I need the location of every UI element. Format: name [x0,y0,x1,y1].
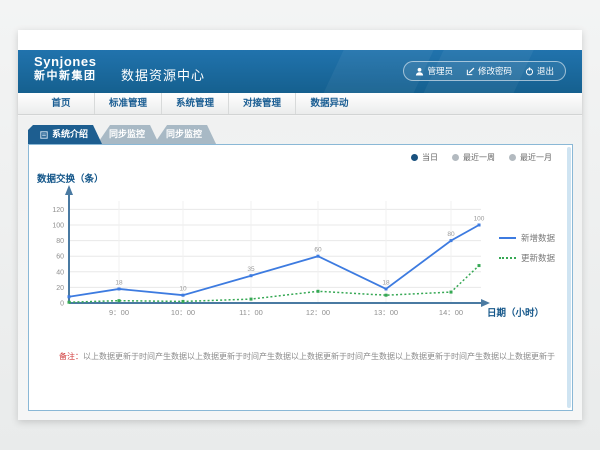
chart-text: 80 [447,231,455,238]
data-point [68,295,71,298]
radio-icon [411,154,418,161]
data-point [250,298,253,301]
legend-line-sample [499,257,516,259]
data-point [317,290,320,293]
panel-scrollbar[interactable] [567,147,571,408]
line-chart: 0 20 40 60 80 100 120 9：00 10：00 11：00 12：00 13：00 1… [29,145,574,335]
data-point [317,255,320,258]
tab-label: 同步监控 [166,125,202,144]
range-filter: 当日 最近一周 最近一月 [411,152,552,163]
chart-text: 60 [56,254,64,261]
chart-text: 100 [474,216,485,223]
chart-text: 数据交换（条） [36,173,104,185]
chart-text: 9：00 [109,308,129,317]
radio-icon [452,154,459,161]
series-line [69,266,479,303]
chart-text: 35 [247,266,255,273]
chart-text: 60 [314,247,322,254]
nav-item-2[interactable]: 标准管理 [95,93,162,114]
nav-item-5[interactable]: 数据异动 [296,93,363,114]
nav-item-3[interactable]: 系统管理 [162,93,229,114]
chart-text: 12：00 [306,308,330,317]
chart-text: 10：00 [171,308,195,317]
legend-line-sample [499,237,516,239]
chart-text: 18 [115,279,123,286]
data-point [182,294,185,297]
brand-logo: Synjones 新中新集团 [34,55,97,83]
footnote-label: 备注： [59,352,83,361]
series-line [69,225,479,297]
app-window: Synjones 新中新集团 数据资源中心 管理员 修改密码 退出 首页标准 [18,30,582,420]
data-point [385,294,388,297]
logout-button[interactable]: 退出 [525,65,554,77]
brand-name-cn: 新中新集团 [34,70,97,83]
legend-label: 更新数据 [521,252,555,264]
footnote-text: 以上数据更新于时间产生数据以上数据更新于时间产生数据以上数据更新于时间产生数据以… [83,352,555,361]
radio-icon [509,154,516,161]
page-title: 数据资源中心 [121,65,205,84]
data-point [68,301,71,304]
current-user-button[interactable]: 管理员 [415,65,453,77]
tab-3[interactable]: 同步监控 [154,125,216,144]
chart-text: 13：00 [374,308,398,317]
nav-item-4[interactable]: 对接管理 [229,93,296,114]
data-point [250,274,253,277]
tab-label: 同步监控 [109,125,145,144]
data-point [450,239,453,242]
brand-name: Synjones [34,55,97,70]
change-password-button[interactable]: 修改密码 [466,65,512,77]
logout-label: 退出 [537,65,554,77]
legend-item-1: 新增数据 [499,232,555,244]
tab-1[interactable]: 系统介绍 [28,125,102,144]
chart-text: 10 [179,286,187,293]
user-icon [415,67,424,76]
chart-text: 11：00 [239,308,263,317]
chart-text: 40 [56,269,64,276]
chart-text: 日期（小时） [487,307,544,319]
radio-label: 最近一周 [463,152,495,163]
range-option-3[interactable]: 最近一月 [509,152,552,163]
data-point [118,299,121,302]
chart-text: 100 [52,223,64,230]
current-user-label: 管理员 [427,65,453,77]
tab-bar: 系统介绍 同步监控 同步监控 [28,125,216,144]
edit-icon [466,67,475,76]
chart-text: 14：00 [439,308,463,317]
chart-panel: 当日 最近一周 最近一月 新增数据更新数据 备注：以上数据更新于时间产生数据以上数据… [28,144,573,411]
data-point [450,291,453,294]
radio-label: 最近一月 [520,152,552,163]
change-password-label: 修改密码 [478,65,512,77]
content-area: 系统介绍 同步监控 同步监控 当日 最近一周 最近一月 新增数据更新数据 备注：以上数据… [18,116,582,420]
nav-item-1[interactable]: 首页 [28,93,95,114]
data-point [385,287,388,290]
tab-label: 系统介绍 [52,125,88,144]
data-point [478,224,481,227]
range-option-1[interactable]: 当日 [411,152,438,163]
footnote: 备注：以上数据更新于时间产生数据以上数据更新于时间产生数据以上数据更新于时间产生… [59,351,559,362]
radio-label: 当日 [422,152,438,163]
power-icon [525,67,534,76]
legend-label: 新增数据 [521,232,555,244]
main-nav: 首页标准管理系统管理对接管理数据异动 [18,93,582,115]
chart-legend: 新增数据更新数据 [499,232,555,264]
range-option-2[interactable]: 最近一周 [452,152,495,163]
data-point [118,287,121,290]
chart-text: 80 [56,238,64,245]
chart-text: 20 [56,285,64,292]
app-header: Synjones 新中新集团 数据资源中心 管理员 修改密码 退出 [18,50,582,93]
data-point [182,300,185,303]
x-axis-arrow-icon [481,299,490,307]
chart-text: 18 [382,279,390,286]
data-point [478,264,481,267]
tab-2[interactable]: 同步监控 [97,125,159,144]
legend-item-2: 更新数据 [499,252,555,264]
y-axis-arrow-icon [65,185,73,195]
chart-text: 120 [52,207,64,214]
user-menu: 管理员 修改密码 退出 [403,61,566,81]
chart-text: 0 [60,301,64,308]
document-icon [40,131,48,139]
desktop-background: Synjones 新中新集团 数据资源中心 管理员 修改密码 退出 首页标准 [0,0,600,450]
